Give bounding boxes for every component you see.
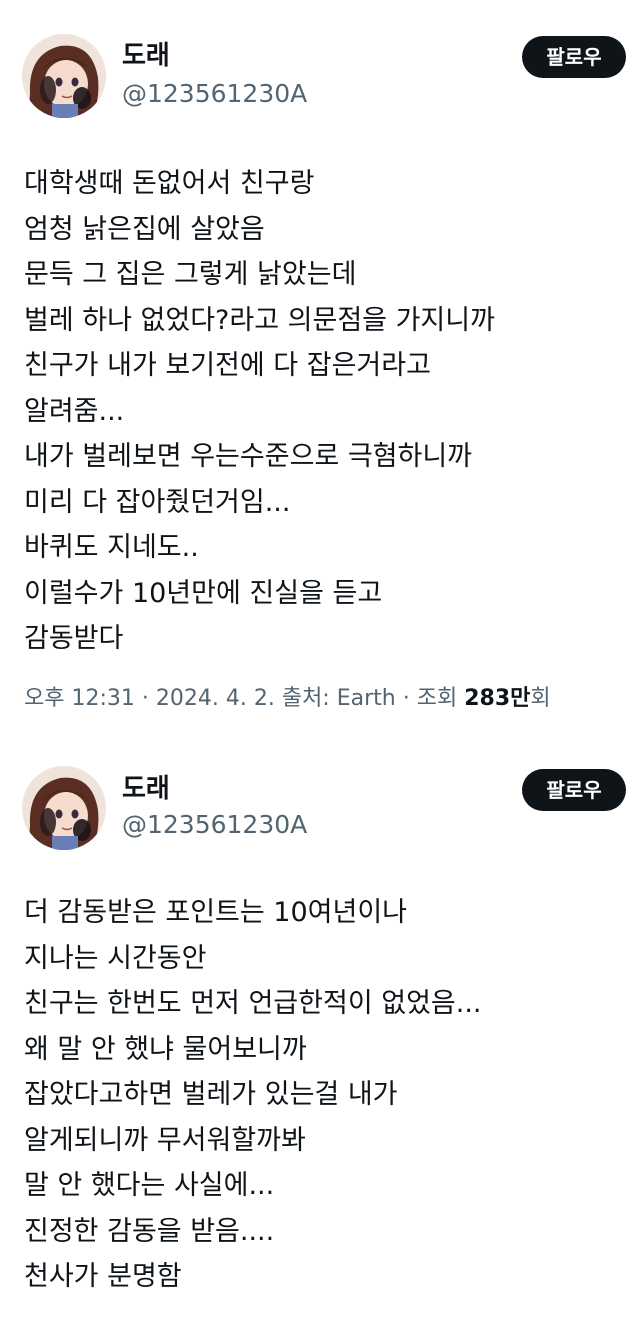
tweet-line: 내가 벌레보면 우는수준으로 극혐하니까: [24, 441, 473, 472]
tweet-line: 대학생때 돈없어서 친구랑: [24, 168, 315, 199]
author-avatar[interactable]: [22, 34, 106, 118]
anime-character-avatar-icon: [22, 766, 106, 850]
meta-separator: ·: [402, 686, 410, 711]
views-label: 조회: [416, 686, 458, 711]
author-display-name[interactable]: 도래: [122, 773, 170, 805]
tweet-date[interactable]: 2024. 4. 2.: [156, 686, 275, 711]
tweet-line: 감동받다: [24, 623, 124, 654]
tweet-line: 왜 말 안 했냐 물어보니까: [24, 1033, 307, 1065]
author-handle[interactable]: @123561230A: [122, 809, 307, 841]
follow-button[interactable]: 팔로우: [522, 769, 626, 811]
tweet-source: Earth: [336, 686, 396, 711]
tweet-line: 천사가 분명함: [24, 1261, 182, 1292]
author-display-name[interactable]: 도래: [122, 40, 170, 72]
tweet-time[interactable]: 오후 12:31: [24, 686, 135, 711]
tweet-1: 도래 @123561230A 팔로우 대학생때 돈없어서 친구랑 엄청 낡은집에…: [0, 0, 640, 740]
tweet-line: 엄청 낡은집에 살았음: [24, 213, 265, 245]
follow-button[interactable]: 팔로우: [522, 36, 626, 78]
tweet-line: 이럴수가 10년만에 진실을 듣고: [24, 577, 383, 609]
tweet-body: 더 감동받은 포인트는 10여년이나 지나는 시간동안 친구는 한번도 먼저 언…: [24, 890, 624, 1300]
source-label: 출처:: [281, 686, 330, 711]
tweet-line: 벌레 하나 없었다?라고 의문점을 가지니까: [24, 304, 495, 336]
tweet-line: 알려줌...: [24, 395, 125, 427]
tweet-line: 더 감동받은 포인트는 10여년이나: [24, 897, 408, 928]
tweet-line: 지나는 시간동안: [24, 942, 207, 974]
tweet-line: 잡았다고하면 벌레가 있는걸 내가: [24, 1079, 398, 1110]
author-avatar[interactable]: [22, 766, 106, 850]
tweet-2: 도래 @123561230A 팔로우 더 감동받은 포인트는 10여년이나 지나…: [0, 740, 640, 1321]
tweet-line: 미리 다 잡아줬던거임...: [24, 486, 291, 518]
meta-separator: ·: [141, 686, 149, 711]
tweet-meta: 오후 12:31 · 2024. 4. 2. 출처: Earth · 조회 28…: [24, 684, 551, 714]
tweet-line: 친구는 한번도 먼저 언급한적이 없었음...: [24, 988, 482, 1019]
tweet-line: 알게되니까 무서워할까봐: [24, 1124, 306, 1156]
anime-character-avatar-icon: [22, 34, 106, 118]
tweet-line: 문득 그 집은 그렇게 낡았는데: [24, 259, 357, 290]
tweet-line: 말 안 했다는 사실에...: [24, 1170, 275, 1201]
tweet-line: 친구가 내가 보기전에 다 잡은거라고: [24, 350, 431, 381]
tweet-line: 바퀴도 지네도..: [24, 532, 199, 563]
tweet-body: 대학생때 돈없어서 친구랑 엄청 낡은집에 살았음 문득 그 집은 그렇게 낡았…: [24, 161, 624, 662]
author-handle[interactable]: @123561230A: [122, 78, 307, 110]
views-unit: 만: [510, 686, 531, 711]
views-suffix: 회: [530, 686, 551, 711]
tweet-line: 진정한 감동을 받음....: [24, 1215, 275, 1247]
views-count[interactable]: 283: [464, 686, 510, 711]
